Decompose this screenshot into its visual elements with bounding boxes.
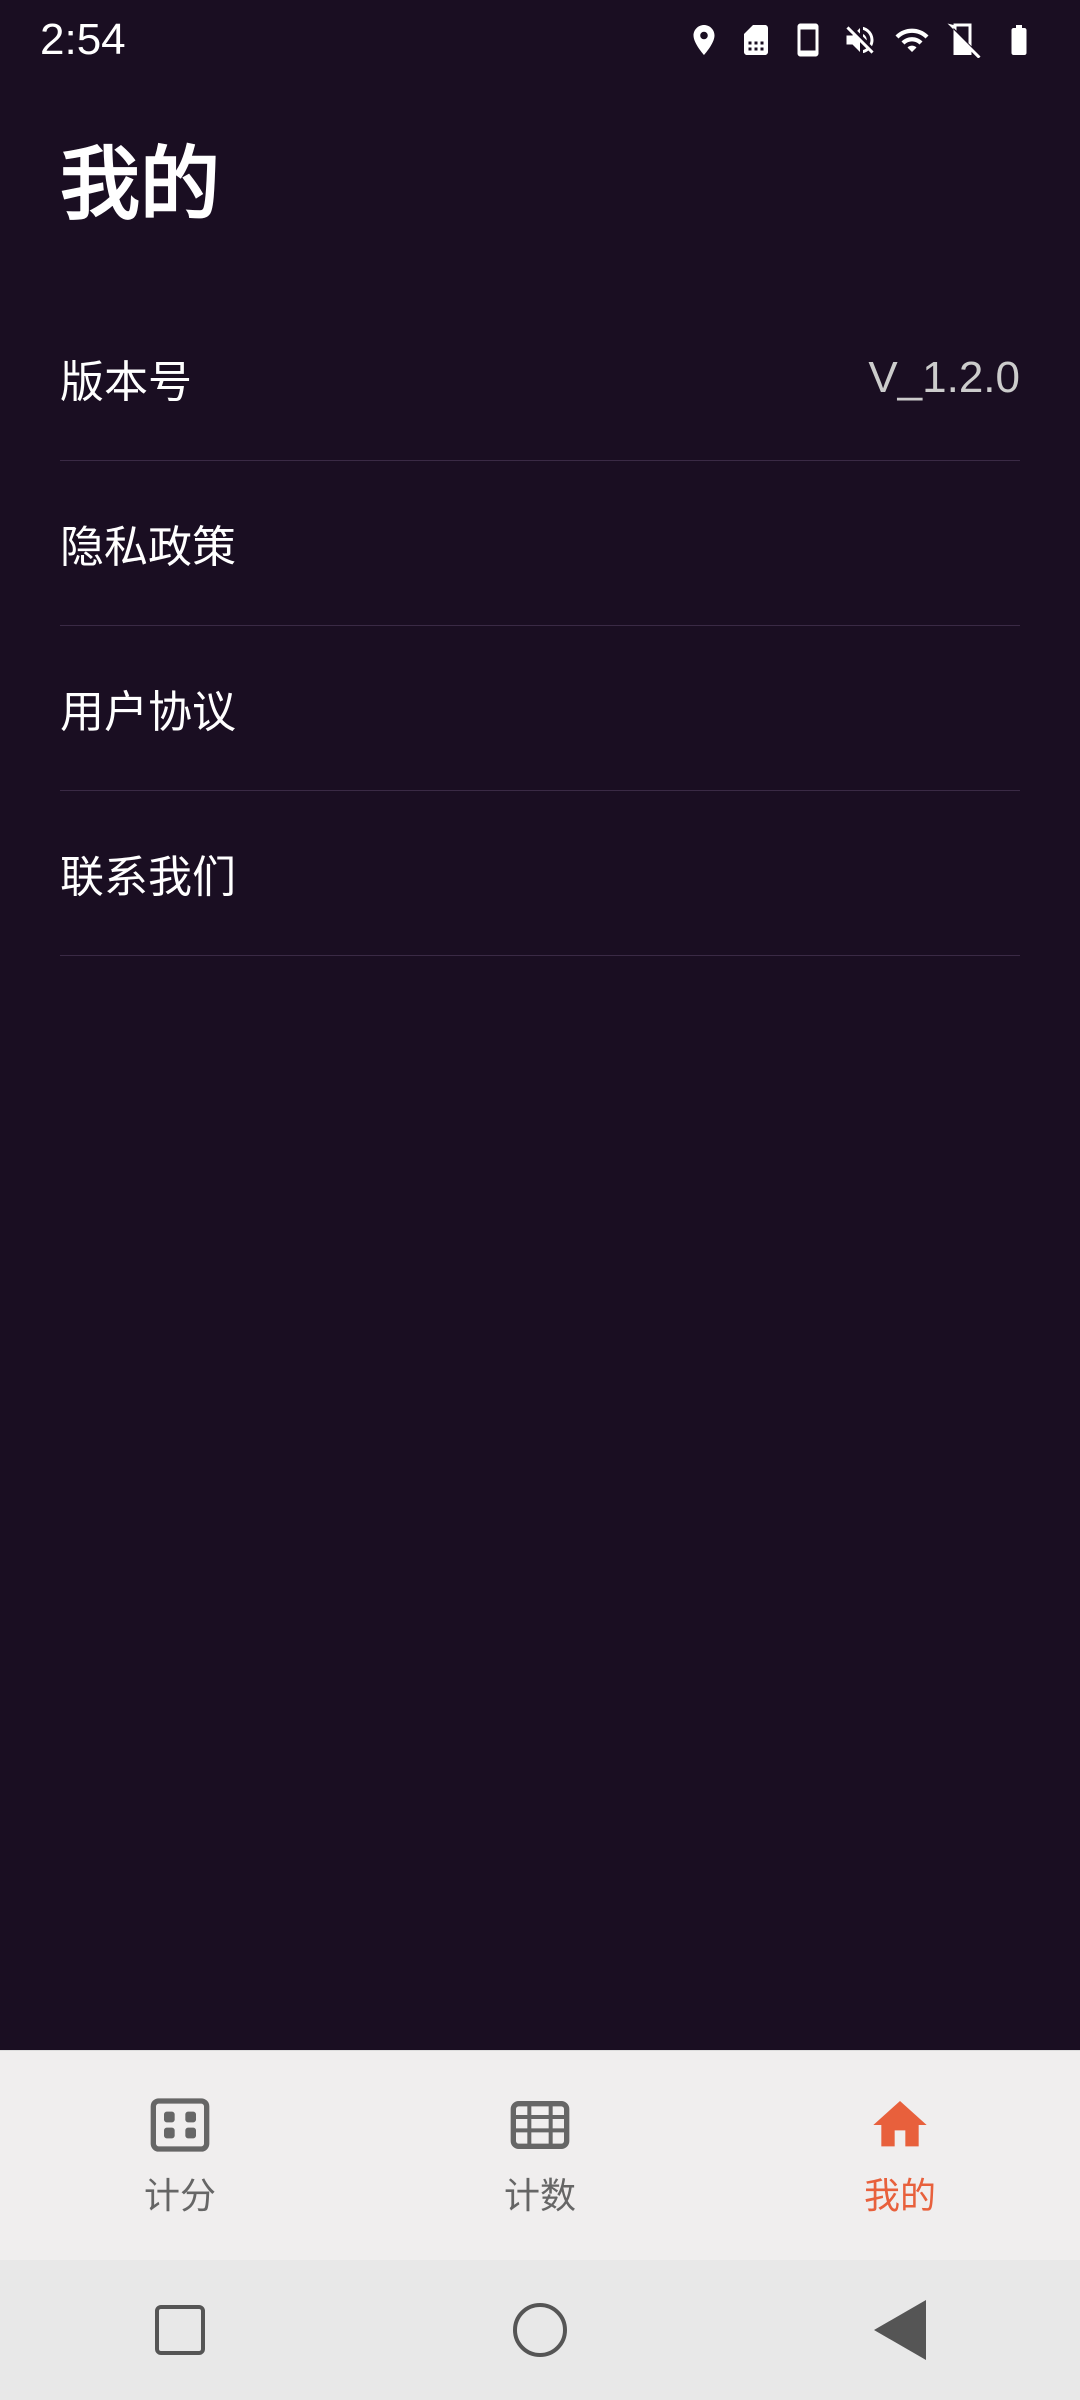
contact-menu-item[interactable]: 联系我们: [60, 791, 1020, 956]
menu-list: 版本号 V_1.2.0 隐私政策 用户协议 联系我们: [60, 296, 1020, 956]
triangle-icon: [874, 2300, 926, 2360]
square-icon: [155, 2305, 205, 2355]
bottom-nav: 计分 计数 我的: [0, 2050, 1080, 2260]
wode-label: 我的: [864, 2167, 936, 2219]
agreement-menu-item[interactable]: 用户协议: [60, 626, 1020, 791]
recent-apps-button[interactable]: [140, 2290, 220, 2370]
status-icons: [686, 22, 1040, 58]
system-nav: [0, 2260, 1080, 2400]
screenshot-icon: [790, 22, 826, 58]
wifi-icon: [894, 22, 930, 58]
contact-label: 联系我们: [60, 841, 236, 905]
back-button[interactable]: [860, 2290, 940, 2370]
status-time: 2:54: [40, 15, 126, 65]
nav-item-jishu[interactable]: 计数: [444, 2073, 636, 2239]
nav-item-jifen[interactable]: 计分: [84, 2073, 276, 2239]
page-title: 我的: [60, 120, 1020, 236]
agreement-label: 用户协议: [60, 676, 236, 740]
jishu-icon: [508, 2093, 572, 2157]
version-label: 版本号: [60, 346, 192, 410]
version-menu-item[interactable]: 版本号 V_1.2.0: [60, 296, 1020, 461]
circle-icon: [513, 2303, 567, 2357]
home-button[interactable]: [500, 2290, 580, 2370]
jishu-label: 计数: [504, 2167, 576, 2219]
jifen-icon: [148, 2093, 212, 2157]
signal-icon: [946, 22, 982, 58]
wode-icon: [868, 2093, 932, 2157]
privacy-label: 隐私政策: [60, 511, 236, 575]
location-icon: [686, 22, 722, 58]
battery-icon: [998, 22, 1040, 58]
sim-icon: [738, 22, 774, 58]
privacy-menu-item[interactable]: 隐私政策: [60, 461, 1020, 626]
version-value: V_1.2.0: [868, 353, 1020, 403]
mute-icon: [842, 22, 878, 58]
main-content: 我的 版本号 V_1.2.0 隐私政策 用户协议 联系我们: [0, 80, 1080, 2050]
nav-item-wode[interactable]: 我的: [804, 2073, 996, 2239]
jifen-label: 计分: [144, 2167, 216, 2219]
status-bar: 2:54: [0, 0, 1080, 80]
